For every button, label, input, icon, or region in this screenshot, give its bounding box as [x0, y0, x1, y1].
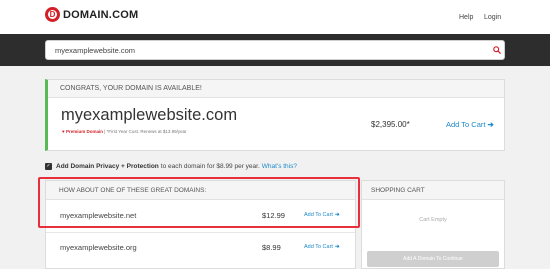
add-to-cart-label: Add To Cart — [446, 120, 486, 129]
search-icon[interactable] — [493, 46, 501, 54]
cart-empty-text: Cart Empty — [419, 217, 447, 223]
logo-text: DOMAIN.COM — [63, 8, 139, 21]
heart-icon: ♥ — [62, 129, 65, 134]
whats-this-link[interactable]: What's this? — [262, 163, 297, 170]
privacy-text: to each domain for $8.99 per year. — [160, 162, 260, 170]
premium-badge: ♥ Premium Domain — [62, 129, 103, 134]
suggestion-add-to-cart-button[interactable]: Add To Cart ➔ — [304, 244, 340, 250]
nav-login-link[interactable]: Login — [484, 14, 501, 21]
available-header: CONGRATS, YOUR DOMAIN IS AVAILABLE! — [48, 80, 504, 98]
highlight-box — [38, 177, 360, 228]
shopping-cart-panel: SHOPPING CART Cart Empty Add A Domain To… — [361, 180, 505, 269]
nav-help-link[interactable]: Help — [459, 14, 473, 21]
suggestion-row: myexamplewebsite.org $8.99 Add To Cart ➔ — [46, 232, 355, 262]
available-domain-name: myexamplewebsite.com — [61, 106, 238, 124]
domain-search-input[interactable] — [45, 40, 505, 60]
suggestion-price: $8.99 — [262, 243, 281, 252]
logo-letter: D — [49, 9, 56, 19]
add-to-cart-label: Add To Cart — [304, 244, 333, 250]
premium-label: Premium Domain — [65, 129, 103, 134]
logo-icon: D — [45, 7, 60, 22]
privacy-option: ✓ Add Domain Privacy + Protection to eac… — [45, 161, 297, 171]
premium-info: ♥ Premium Domain | *First Year Cost. Ren… — [62, 129, 187, 134]
add-to-cart-button[interactable]: Add To Cart ➔ — [446, 120, 494, 129]
suggestion-domain: myexamplewebsite.org — [60, 243, 137, 252]
add-domain-to-continue-button[interactable]: Add A Domain To Continue — [367, 251, 499, 267]
available-domain-card: CONGRATS, YOUR DOMAIN IS AVAILABLE! myex… — [45, 79, 505, 151]
arrow-right-icon: ➔ — [487, 120, 494, 129]
shopping-cart-header: SHOPPING CART — [362, 181, 504, 200]
top-bar: D DOMAIN.COM Help Login — [0, 0, 550, 34]
available-price: $2,395.00* — [371, 120, 410, 129]
privacy-title: Add Domain Privacy + Protection — [56, 162, 159, 170]
premium-note: | *First Year Cost. Renews at $13.99/yea… — [102, 129, 187, 134]
search-bar — [0, 34, 550, 66]
arrow-right-icon: ➔ — [334, 244, 340, 250]
domain-com-logo[interactable]: D DOMAIN.COM — [45, 7, 138, 22]
privacy-checkbox[interactable]: ✓ — [45, 162, 52, 170]
